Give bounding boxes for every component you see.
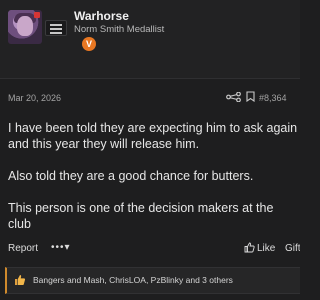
report-button[interactable]: Report (8, 243, 38, 254)
reaction-user[interactable]: ChrisLOA (109, 275, 146, 285)
post-container: Warhorse Norm Smith Medallist V Mar 20, … (0, 0, 300, 300)
thumbs-up-icon (244, 242, 255, 253)
reactions-bar[interactable]: Bangers and Mash, ChrisLOA, PzBlinky and… (5, 267, 300, 294)
post-paragraph: This person is one of the decision maker… (8, 201, 274, 231)
member-badge-icon: V (82, 37, 96, 51)
author-avatar[interactable] (8, 10, 42, 44)
gift-button[interactable]: Gift (285, 243, 300, 254)
author-title: Norm Smith Medallist (74, 24, 165, 35)
post-date[interactable]: Mar 20, 2026 (8, 93, 61, 103)
reaction-others[interactable]: and 3 others (186, 275, 233, 285)
menu-line (50, 24, 62, 26)
reaction-user[interactable]: PzBlinky (151, 275, 184, 285)
post-paragraph: I have been told they are expecting him … (8, 121, 298, 151)
author-name[interactable]: Warhorse (74, 9, 129, 23)
like-label: Like (257, 243, 276, 254)
more-options-button[interactable]: •••▾ (51, 242, 71, 253)
post-actions: Report •••▾ Like Gift (0, 241, 300, 257)
reactions-text: Bangers and Mash, ChrisLOA, PzBlinky and… (33, 275, 233, 285)
header-divider (0, 78, 300, 79)
like-button[interactable]: Like (244, 242, 275, 256)
avatar-flag-mark (34, 12, 40, 18)
share-icon[interactable] (226, 92, 242, 102)
avatar-face (17, 16, 33, 36)
author-bar: Warhorse Norm Smith Medallist V (0, 0, 300, 78)
reaction-user[interactable]: Bangers and Mash (33, 275, 104, 285)
thumbs-up-reaction-icon (15, 275, 26, 285)
post-body: I have been told they are expecting him … (8, 120, 298, 232)
post-number[interactable]: #8,364 (259, 93, 287, 103)
hamburger-menu-icon[interactable] (45, 20, 67, 36)
post-paragraph: Also told they are a good chance for but… (8, 169, 254, 183)
menu-line (50, 28, 62, 30)
menu-line (50, 32, 62, 34)
bookmark-icon[interactable] (246, 91, 255, 102)
